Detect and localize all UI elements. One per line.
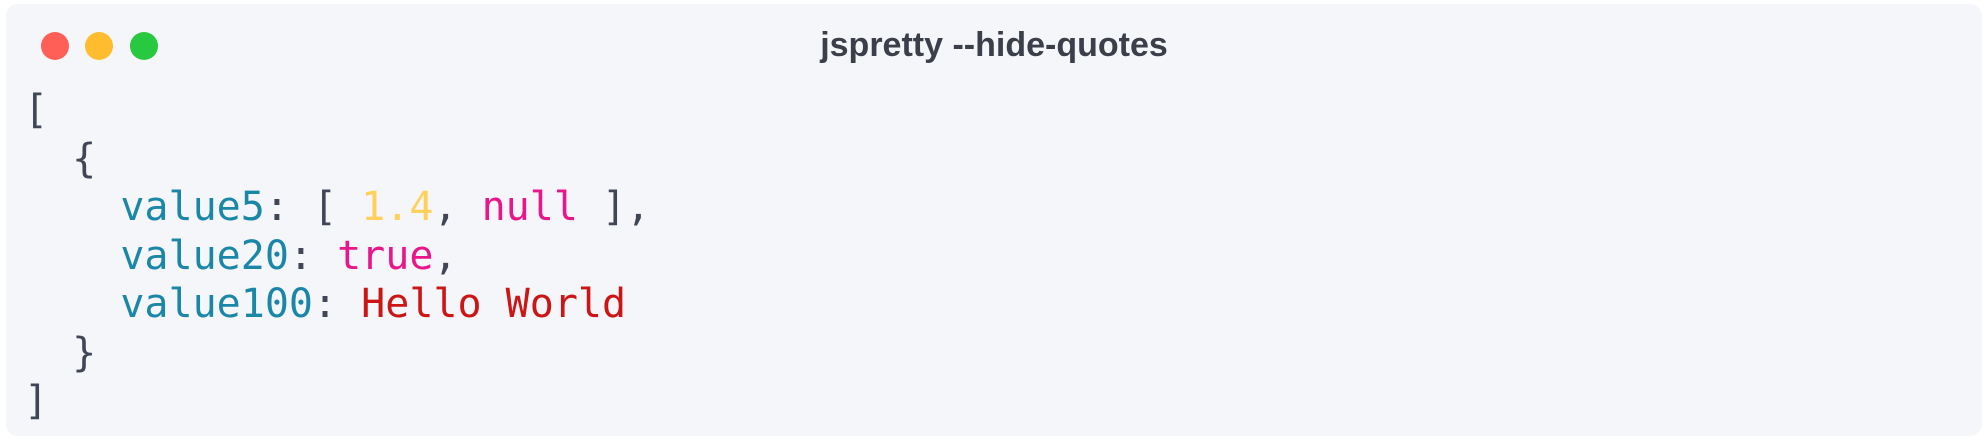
- inner-array-open: [: [313, 184, 362, 230]
- boolean-value: true: [337, 232, 434, 279]
- colon: :: [264, 184, 313, 230]
- close-object-brace: }: [72, 329, 97, 376]
- open-object-brace: {: [72, 135, 97, 182]
- colon: :: [312, 281, 362, 327]
- json-key: value20: [120, 232, 289, 279]
- code-line-6: }: [24, 329, 650, 378]
- comma: ,: [433, 232, 458, 279]
- code-line-5: value100: Hello World: [24, 280, 650, 329]
- code-line-3: value5: [ 1.4, null ],: [24, 183, 650, 232]
- null-value: null: [481, 184, 578, 230]
- close-array-bracket: ]: [24, 378, 49, 424]
- json-output: [ { value5: [ 1.4, null ], value20: true…: [24, 86, 650, 426]
- inner-array-close: ],: [577, 184, 651, 230]
- comma: ,: [433, 184, 482, 230]
- terminal-window: jspretty --hide-quotes [ { value5: [ 1.4…: [6, 4, 1982, 436]
- json-key: value100: [120, 281, 313, 327]
- code-line-2: {: [24, 135, 650, 184]
- window-title: jspretty --hide-quotes: [820, 26, 1168, 64]
- json-key: value5: [120, 184, 265, 230]
- open-array-bracket: [: [24, 87, 49, 133]
- code-line-7: ]: [24, 377, 650, 426]
- code-line-1: [: [24, 86, 650, 135]
- string-value: Hello World: [361, 281, 627, 327]
- colon: :: [288, 232, 338, 279]
- number-value: 1.4: [361, 184, 434, 230]
- code-line-4: value20: true,: [24, 232, 650, 281]
- title-bar: jspretty --hide-quotes: [6, 4, 1982, 84]
